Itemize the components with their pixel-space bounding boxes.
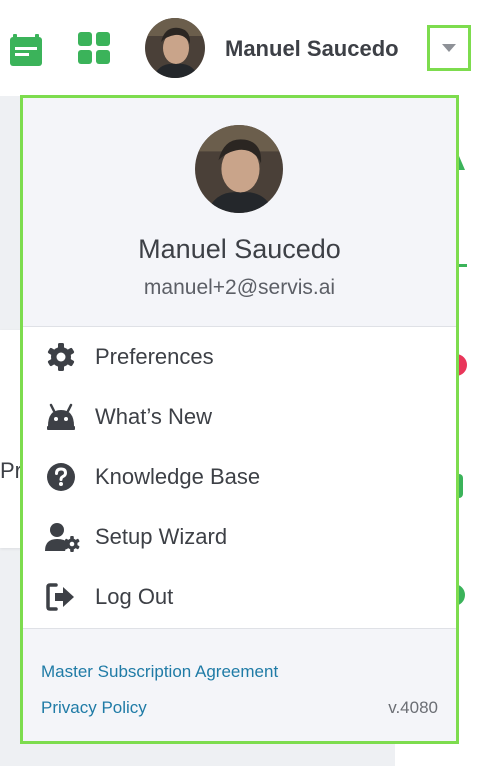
menu-item-label: Log Out [95,584,174,609]
background-partial-text: Pr [0,458,22,483]
master-subscription-agreement-link[interactable]: Master Subscription Agreement [41,662,278,682]
calendar-icon[interactable] [6,28,46,68]
user-cog-icon [45,522,80,552]
header-user-name[interactable]: Manuel Saucedo [225,36,399,62]
grid-icon[interactable] [74,28,114,68]
menu-item-knowledge-base[interactable]: Knowledge Base [23,447,456,507]
menu-item-label: Knowledge Base [95,464,261,489]
menu-user-name: Manuel Saucedo [138,234,341,264]
menu-item-setup-wizard[interactable]: Setup Wizard [23,507,456,567]
chevron-down-icon [442,44,456,52]
menu-footer: Master Subscription Agreement Privacy Po… [23,628,456,741]
privacy-policy-link[interactable]: Privacy Policy [41,698,147,718]
version-label: v.4080 [388,698,438,717]
gear-icon [45,342,77,372]
menu-avatar [195,125,283,213]
menu-profile-header: Manuel Saucedo manuel+2@servis.ai [23,98,456,327]
menu-item-label: What’s New [95,404,212,429]
whats-new-icon [45,402,77,432]
menu-item-whats-new[interactable]: What’s New [23,387,456,447]
menu-item-label: Preferences [95,344,214,369]
menu-item-list: Preferences What’s New Knowledge Base Se… [23,327,456,627]
question-icon [45,462,77,492]
menu-item-label: Setup Wizard [95,524,228,549]
user-menu-toggle[interactable] [427,25,471,71]
menu-item-preferences[interactable]: Preferences [23,327,456,387]
logout-icon [45,582,77,612]
top-bar: Manuel Saucedo [0,0,504,96]
avatar[interactable] [145,18,205,78]
menu-user-email: manuel+2@servis.ai [143,276,336,299]
user-dropdown-menu: Manuel Saucedo manuel+2@servis.ai Prefer… [20,95,459,744]
menu-item-log-out[interactable]: Log Out [23,567,456,627]
